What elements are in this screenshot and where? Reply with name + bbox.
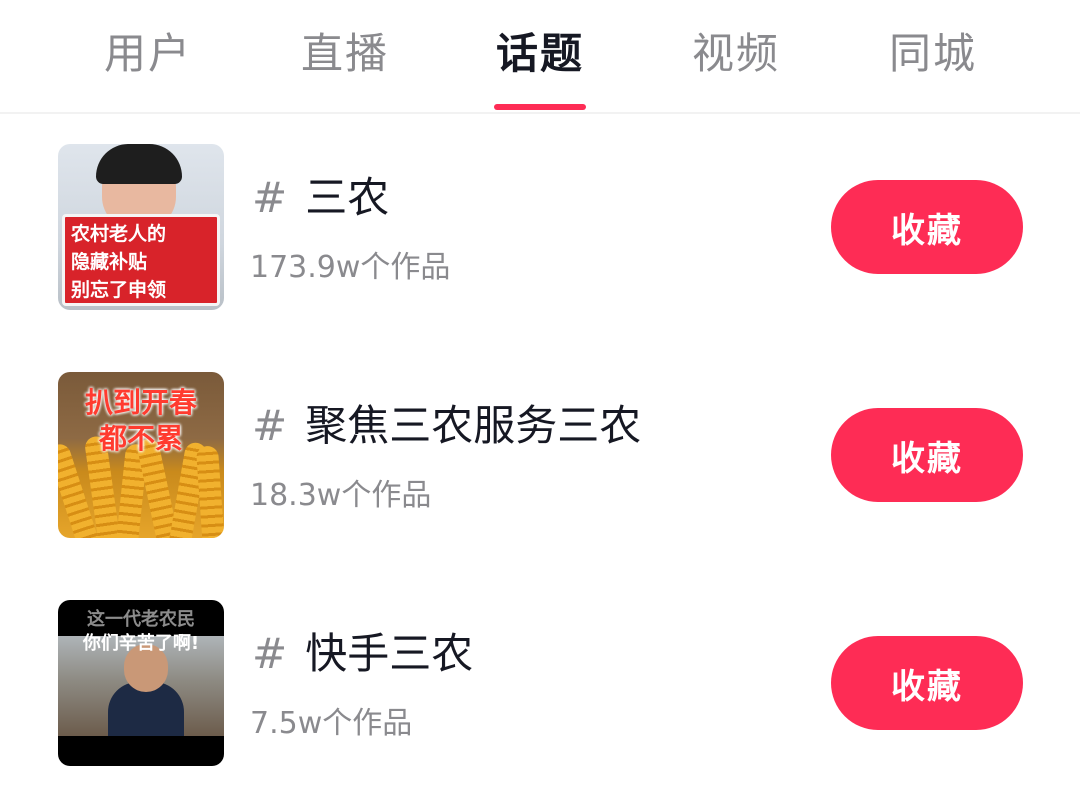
topic-thumbnail[interactable]: 这一代老农民 你们辛苦了啊! (58, 600, 224, 766)
tab-bar: 用户 直播 话题 视频 同城 (0, 0, 1080, 114)
person-hair (96, 144, 182, 184)
favorite-button[interactable]: 收藏 (831, 180, 1023, 274)
hashtag-icon: # (252, 629, 288, 678)
topic-work-count: 18.3w个作品 (250, 478, 432, 513)
thumbnail-caption-line: 别忘了申领 (71, 279, 167, 301)
tab-users[interactable]: 用户 (100, 22, 196, 86)
thumbnail-caption-line: 这一代老农民 (87, 609, 195, 630)
tab-videos[interactable]: 视频 (688, 22, 784, 86)
hashtag-icon: # (252, 401, 288, 450)
topic-row[interactable]: 农村老人的 隐藏补贴 别忘了申领 # 三农 173.9w个作品 收藏 (0, 144, 1080, 314)
tab-nearby[interactable]: 同城 (885, 22, 981, 86)
thumbnail-caption-line: 你们辛苦了啊! (82, 633, 200, 654)
active-tab-indicator (494, 104, 586, 110)
favorite-button[interactable]: 收藏 (831, 408, 1023, 502)
topic-title[interactable]: # 三农 (252, 170, 389, 226)
topic-thumbnail[interactable]: 扒到开春 都不累 (58, 372, 224, 538)
thumbnail-caption-line: 都不累 (98, 422, 183, 455)
tab-live[interactable]: 直播 (297, 22, 393, 86)
thumbnail-caption-line: 农村老人的 (71, 223, 167, 245)
topic-row[interactable]: 扒到开春 都不累 # 聚焦三农服务三农 18.3w个作品 收藏 (0, 372, 1080, 542)
topic-name: 三农 (305, 173, 390, 222)
topic-name: 快手三农 (305, 629, 474, 678)
thumbnail-sign: 农村老人的 隐藏补贴 别忘了申领 (62, 214, 220, 306)
thumbnail-caption-line: 扒到开春 (84, 386, 197, 419)
tab-topics[interactable]: 话题 (492, 22, 588, 86)
corn-cob (195, 445, 224, 538)
topic-row[interactable]: 这一代老农民 你们辛苦了啊! # 快手三农 7.5w个作品 收藏 (0, 600, 1080, 770)
hashtag-icon: # (252, 173, 288, 222)
topic-title[interactable]: # 聚焦三农服务三农 (252, 398, 641, 454)
topic-name: 聚焦三农服务三农 (305, 401, 642, 450)
topic-title[interactable]: # 快手三农 (252, 626, 473, 682)
favorite-button[interactable]: 收藏 (831, 636, 1023, 730)
topic-work-count: 173.9w个作品 (250, 250, 451, 285)
topic-work-count: 7.5w个作品 (250, 706, 413, 741)
thumbnail-caption: 这一代老农民 你们辛苦了啊! (58, 608, 224, 656)
thumbnail-caption-line: 隐藏补贴 (71, 251, 148, 273)
topic-thumbnail[interactable]: 农村老人的 隐藏补贴 别忘了申领 (58, 144, 224, 310)
